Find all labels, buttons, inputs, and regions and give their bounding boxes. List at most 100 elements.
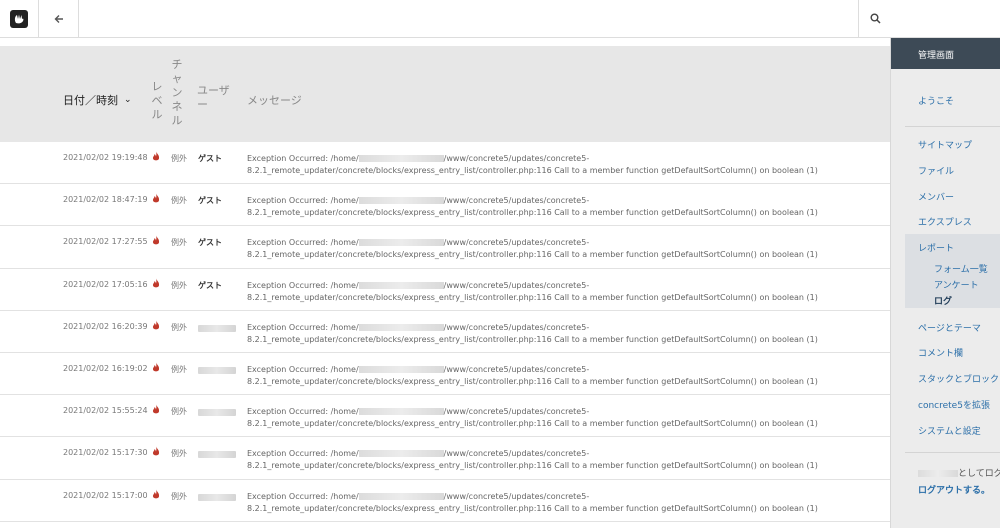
- channel-cell: 例外: [171, 449, 187, 459]
- message-cell: Exception Occurred: /home//www/concrete5…: [247, 364, 867, 388]
- redacted-path: [358, 239, 444, 247]
- redacted-path: [358, 197, 444, 205]
- sidebar-item-sitemap[interactable]: サイトマップ: [918, 138, 972, 151]
- level-header: レベル: [151, 80, 163, 121]
- date-cell: 2021/02/02 18:47:19: [63, 195, 148, 205]
- flame-icon: [152, 446, 160, 457]
- top-toolbar: [0, 0, 1000, 38]
- sidebar-subitem-logs[interactable]: ログ: [934, 294, 952, 307]
- message-prefix: Exception Occurred: /home/: [247, 491, 359, 501]
- sidebar-item-reports[interactable]: レポート: [918, 241, 954, 254]
- sidebar-item-welcome[interactable]: ようこそ: [918, 94, 954, 107]
- message-cell: Exception Occurred: /home//www/concrete5…: [247, 195, 867, 219]
- message-cell: Exception Occurred: /home//www/concrete5…: [247, 406, 867, 430]
- table-row[interactable]: 2021/02/02 17:05:16 例外 ゲスト Exception Occ…: [0, 269, 890, 311]
- logout-link[interactable]: ログアウトする。: [918, 483, 990, 496]
- message-cell: Exception Occurred: /home//www/concrete5…: [247, 280, 867, 304]
- table-row[interactable]: 2021/02/02 19:19:48 例外 ゲスト Exception Occ…: [0, 142, 890, 185]
- message-prefix: Exception Occurred: /home/: [247, 238, 359, 248]
- sidebar-item-comments[interactable]: コメント欄: [918, 346, 963, 359]
- date-header-label: 日付／時刻: [63, 94, 118, 107]
- table-row[interactable]: 2021/02/02 16:20:39 例外 Exception Occurre…: [0, 311, 890, 353]
- sidebar-item-express[interactable]: エクスプレス: [918, 215, 972, 228]
- date-cell: 2021/02/02 19:19:48: [63, 153, 148, 162]
- date-cell: 2021/02/02 16:19:02: [63, 363, 148, 373]
- channel-cell: 例外: [171, 364, 187, 374]
- redacted-user-cell: [198, 493, 236, 501]
- sort-date-header[interactable]: 日付／時刻 ⌄: [63, 92, 132, 108]
- message-prefix: Exception Occurred: /home/: [247, 154, 359, 163]
- sidebar-header: 管理画面: [891, 38, 1000, 69]
- message-cell: Exception Occurred: /home//www/concrete5…: [247, 448, 867, 472]
- message-prefix: Exception Occurred: /home/: [247, 364, 359, 374]
- sidebar-item-files[interactable]: ファイル: [918, 164, 954, 177]
- table-row[interactable]: 2021/02/02 15:17:30 例外 Exception Occurre…: [0, 437, 890, 480]
- message-prefix: Exception Occurred: /home/: [247, 322, 359, 332]
- table-row[interactable]: 2021/02/02 15:17:00 例外 Exception Occurre…: [0, 480, 890, 522]
- message-cell: Exception Occurred: /home//www/concrete5…: [247, 322, 867, 346]
- sidebar-subitem-forms[interactable]: フォーム一覧: [934, 262, 988, 275]
- redacted-path: [358, 450, 444, 458]
- message-prefix: Exception Occurred: /home/: [247, 280, 359, 290]
- channel-cell: 例外: [171, 491, 187, 501]
- message-cell: Exception Occurred: /home//www/concrete5…: [247, 491, 867, 515]
- sidebar-item-system-settings[interactable]: システムと設定: [918, 424, 981, 437]
- user-cell: ゲスト: [198, 238, 222, 248]
- sidebar-item-stacks-blocks[interactable]: スタックとブロック: [918, 372, 999, 385]
- sidebar-item-pages-themes[interactable]: ページとテーマ: [918, 321, 981, 334]
- redacted-path: [358, 281, 444, 289]
- search-button[interactable]: [858, 0, 892, 37]
- message-prefix: Exception Occurred: /home/: [247, 449, 359, 459]
- flame-icon: [152, 320, 160, 331]
- table-row[interactable]: 2021/02/02 18:47:19 例外 ゲスト Exception Occ…: [0, 184, 890, 227]
- sidebar-item-members[interactable]: メンバー: [918, 190, 954, 203]
- message-prefix: Exception Occurred: /home/: [247, 407, 359, 417]
- redacted-path: [358, 408, 444, 416]
- redacted-path: [358, 365, 444, 373]
- channel-cell: 例外: [171, 154, 187, 163]
- user-cell: ゲスト: [198, 280, 222, 290]
- table-row[interactable]: 2021/02/02 15:55:24 例外 Exception Occurre…: [0, 395, 890, 438]
- flame-icon: [152, 278, 160, 289]
- flame-icon: [152, 151, 160, 162]
- redacted-user-cell: [198, 451, 236, 459]
- channel-cell: 例外: [171, 238, 187, 248]
- log-table: 日付／時刻 ⌄ レベル チャンネル ユーザー メッセージ 2021/02/02 …: [0, 38, 890, 528]
- flame-icon: [152, 235, 160, 246]
- back-button[interactable]: [39, 0, 79, 37]
- table-header: 日付／時刻 ⌄ レベル チャンネル ユーザー メッセージ: [0, 46, 890, 142]
- channel-cell: 例外: [171, 322, 187, 332]
- redacted-user-cell: [198, 366, 236, 374]
- channel-cell: 例外: [171, 407, 187, 417]
- redacted-path: [358, 323, 444, 331]
- sidebar-item-extend[interactable]: concrete5を拡張: [918, 398, 990, 411]
- channel-header: チャンネル: [171, 58, 183, 127]
- flame-icon: [152, 489, 160, 500]
- dashboard-sidebar: 管理画面 ようこそ サイトマップ ファイル メンバー エクスプレス レポート フ…: [890, 38, 1000, 528]
- date-cell: 2021/02/02 17:27:55: [63, 237, 148, 247]
- table-row[interactable]: 2021/02/02 17:27:55 例外 ゲスト Exception Occ…: [0, 226, 890, 269]
- sidebar-divider: [905, 452, 1000, 453]
- redacted-path: [358, 492, 444, 500]
- redacted-user-cell: [198, 409, 236, 417]
- chevron-down-icon: ⌄: [124, 95, 132, 105]
- date-cell: 2021/02/02 16:20:39: [63, 321, 148, 331]
- user-cell: ゲスト: [198, 196, 222, 206]
- search-icon: [870, 9, 881, 28]
- date-cell: 2021/02/02 17:05:16: [63, 279, 148, 289]
- channel-cell: 例外: [171, 196, 187, 206]
- table-row[interactable]: 2021/02/02 16:19:02 例外 Exception Occurre…: [0, 353, 890, 396]
- redacted-path: [358, 155, 444, 162]
- concrete5-logo-button[interactable]: [0, 0, 39, 37]
- toolbar-right-area: [892, 0, 1000, 37]
- message-cell: Exception Occurred: /home//www/concrete5…: [247, 237, 867, 261]
- redacted-user-cell: [198, 324, 236, 332]
- flame-icon: [152, 404, 160, 415]
- message-prefix: Exception Occurred: /home/: [247, 196, 359, 206]
- concrete5-logo-icon: [10, 9, 28, 28]
- user-header: ユーザー: [197, 84, 230, 111]
- sidebar-subitem-surveys[interactable]: アンケート: [934, 278, 979, 291]
- message-cell: Exception Occurred: /home//www/concrete5…: [247, 153, 867, 177]
- date-cell: 2021/02/02 15:17:30: [63, 448, 148, 458]
